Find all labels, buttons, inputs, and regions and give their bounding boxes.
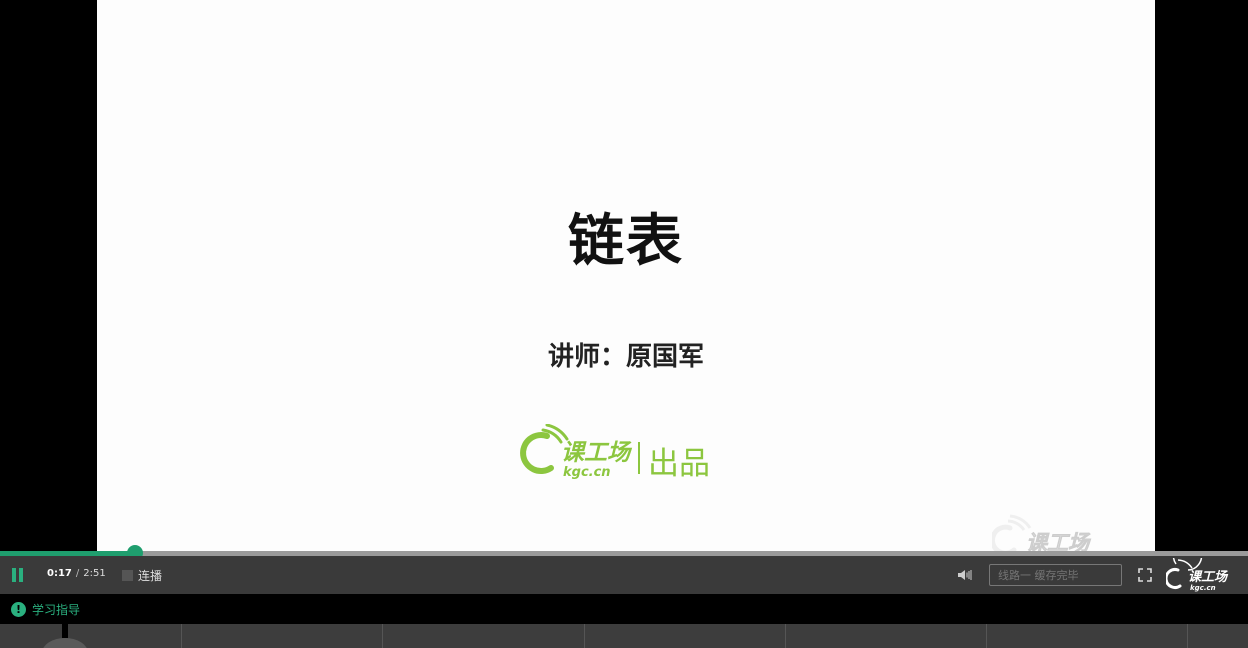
study-guide-label: 学习指导: [32, 603, 81, 617]
time-separator: /: [75, 568, 80, 579]
corner-logo-name: 课工场: [1188, 569, 1229, 585]
autoplay-checkbox[interactable]: [122, 570, 133, 581]
autoplay-label: 连播: [138, 569, 163, 583]
slide-title: 链表: [568, 209, 684, 274]
strip-marker: [62, 624, 68, 638]
kgc-logo-icon: 课工场 kgc.cn: [1166, 558, 1229, 592]
brand-domain: kgc.cn: [563, 465, 611, 480]
info-icon: !: [11, 602, 26, 617]
pause-icon: [12, 568, 16, 582]
study-guide-link[interactable]: ! 学习指导: [11, 601, 80, 618]
brand-name: 课工场: [561, 440, 633, 466]
line-select[interactable]: [989, 564, 1122, 586]
time-display: 0:17/2:51: [47, 568, 106, 579]
thumbnail-strip[interactable]: [0, 624, 1248, 648]
video-player-page: 链表 讲师：原国军 课工场 kgc.cn 出品 课工场 0:17 / 2:51 …: [0, 0, 1248, 648]
kgc-brand-logo: 课工场 kgc.cn 出品: [520, 424, 710, 480]
guide-bar: ! 学习指导: [0, 594, 1248, 624]
slide-lecturer: 讲师：原国军: [547, 342, 704, 372]
brand-suffix: 出品: [648, 446, 710, 480]
watermark-logo: 课工场: [992, 514, 1091, 556]
pause-button[interactable]: [10, 566, 26, 584]
duration: 2:51: [83, 568, 106, 579]
current-time: 0:17: [47, 568, 72, 579]
corner-logo-domain: kgc.cn: [1190, 584, 1216, 592]
video-area[interactable]: 链表 讲师：原国军 课工场 kgc.cn 出品 课工场: [0, 0, 1248, 556]
slide: 链表 讲师：原国军 课工场 kgc.cn 出品 课工场: [97, 0, 1155, 556]
autoplay-toggle[interactable]: 连播: [122, 567, 162, 584]
control-bar: 0:17/2:51 连播 课工场 kgc.cn: [0, 556, 1248, 594]
volume-icon[interactable]: [957, 568, 973, 582]
fullscreen-icon[interactable]: [1138, 568, 1152, 582]
